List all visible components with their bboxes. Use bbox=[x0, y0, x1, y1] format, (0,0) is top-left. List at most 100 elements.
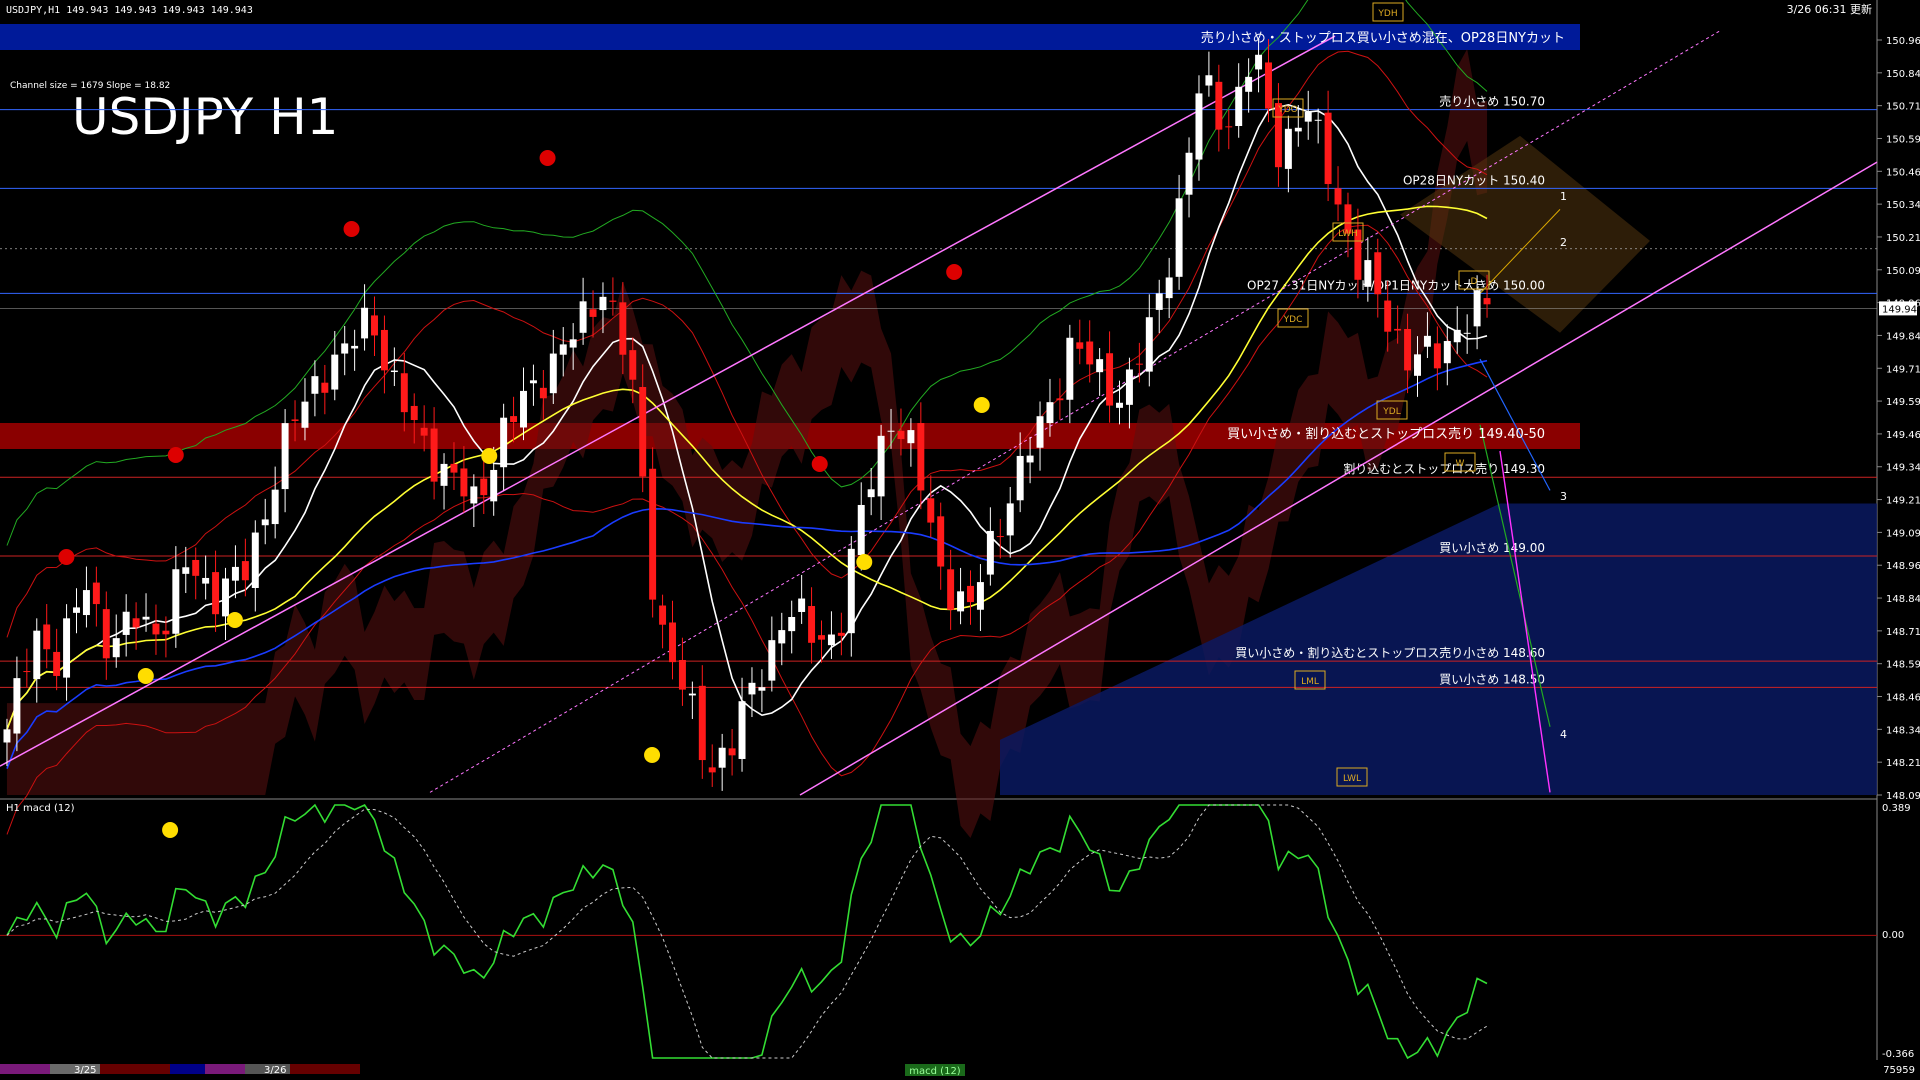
signal-line bbox=[6, 804, 1488, 1059]
level-label: OP27・31日NYカット/OP1日NYカット大きめ 150.00 bbox=[1247, 278, 1545, 292]
candle-body bbox=[1195, 93, 1203, 160]
forecast-label: 2 bbox=[1560, 236, 1567, 249]
candle-body bbox=[490, 469, 498, 502]
candle-body bbox=[887, 430, 895, 432]
candle-body bbox=[808, 605, 816, 643]
forecast-label: 4 bbox=[1560, 728, 1567, 741]
candle-body bbox=[1304, 112, 1312, 122]
candle-body bbox=[271, 489, 279, 525]
candle-body bbox=[1423, 335, 1431, 347]
candle-body bbox=[738, 701, 746, 759]
candle-body bbox=[748, 682, 756, 695]
candle-body bbox=[837, 632, 845, 636]
candle-body bbox=[122, 611, 130, 635]
candle-body bbox=[549, 353, 557, 394]
arrow-down-icon bbox=[946, 264, 963, 280]
footer-date-1: 3/25 bbox=[74, 1065, 96, 1076]
y-tick-label: 148.465 bbox=[1886, 693, 1920, 704]
arrow-down-icon bbox=[58, 549, 75, 565]
chart-canvas: USDJPY,H1 149.943 149.943 149.943 149.94… bbox=[0, 0, 1920, 1080]
y-tick-label: 149.215 bbox=[1886, 496, 1920, 507]
candle-body bbox=[1235, 86, 1243, 127]
y-tick-label: 149.715 bbox=[1886, 364, 1920, 375]
arrow-up-icon bbox=[162, 822, 179, 838]
candle-body bbox=[1394, 328, 1402, 331]
candle-body bbox=[788, 616, 796, 632]
candle-body bbox=[1086, 341, 1094, 365]
candle-body bbox=[907, 430, 915, 444]
candle-body bbox=[649, 468, 657, 600]
price-tag: 149.943 bbox=[1882, 304, 1920, 315]
candle-body bbox=[92, 582, 100, 605]
candle-body bbox=[798, 598, 806, 612]
candle-body bbox=[63, 618, 71, 678]
candle-body bbox=[947, 569, 955, 610]
candle-body bbox=[1225, 126, 1233, 128]
candle-body bbox=[1265, 62, 1272, 109]
candle-body bbox=[1145, 317, 1153, 372]
candle-body bbox=[341, 343, 349, 354]
candle-body bbox=[1414, 354, 1421, 376]
level-label: 売り小さめ 150.70 bbox=[1439, 94, 1545, 109]
candle-body bbox=[430, 428, 438, 482]
candle-body bbox=[82, 590, 90, 616]
candle-body bbox=[818, 635, 825, 640]
candle-body bbox=[371, 315, 378, 336]
macd-title: H1 macd (12) bbox=[6, 803, 75, 814]
candle-body bbox=[172, 569, 180, 634]
candle-body bbox=[1185, 152, 1193, 195]
candle-body bbox=[301, 401, 309, 428]
candle-body bbox=[390, 370, 398, 373]
candle-body bbox=[222, 578, 229, 617]
candle-body bbox=[768, 640, 776, 681]
candle-body bbox=[480, 478, 488, 496]
arrow-down-icon bbox=[811, 456, 828, 472]
candle-body bbox=[1096, 359, 1104, 373]
footer-bar-count: 75959 bbox=[1883, 1065, 1915, 1076]
arrow-up-icon bbox=[226, 612, 243, 628]
candle-body bbox=[619, 302, 627, 355]
marker-ydl: YDL bbox=[1382, 407, 1400, 417]
candle-body bbox=[1205, 75, 1213, 86]
marker-ydo: YDO bbox=[1277, 105, 1298, 115]
forecast-label: 3 bbox=[1560, 490, 1567, 503]
candle-body bbox=[857, 504, 865, 556]
candle-body bbox=[589, 309, 597, 317]
macd-panel bbox=[0, 803, 1877, 1060]
candle-body bbox=[957, 591, 965, 612]
candle-body bbox=[420, 427, 428, 436]
candle-body bbox=[132, 618, 140, 628]
candle-body bbox=[1056, 398, 1064, 401]
candle-body bbox=[1324, 112, 1332, 185]
candle-body bbox=[400, 373, 408, 413]
candle-body bbox=[162, 630, 170, 635]
candle-body bbox=[460, 468, 468, 497]
candle-body bbox=[967, 585, 974, 603]
candle-body bbox=[281, 423, 289, 490]
candle-body bbox=[410, 405, 418, 421]
candle-body bbox=[1006, 503, 1014, 536]
candle-body bbox=[996, 536, 1004, 538]
candle-body bbox=[1026, 455, 1034, 463]
candle-body bbox=[897, 430, 905, 440]
y-tick-label: 148.840 bbox=[1886, 594, 1920, 605]
candle-body bbox=[152, 623, 160, 635]
candle-body bbox=[629, 350, 637, 380]
y-tick-label: 148.715 bbox=[1886, 627, 1920, 638]
candle-body bbox=[212, 572, 220, 615]
candle-body bbox=[1453, 329, 1461, 343]
arrow-up-icon bbox=[644, 747, 661, 763]
candle-body bbox=[53, 651, 61, 676]
candle-body bbox=[1364, 260, 1372, 287]
candle-body bbox=[192, 559, 200, 576]
y-tick-label: 150.590 bbox=[1886, 134, 1920, 145]
marker-w: W bbox=[1456, 459, 1465, 469]
candle-body bbox=[529, 380, 537, 384]
candle-body bbox=[917, 423, 925, 491]
marker-ydh: YDH bbox=[1377, 9, 1397, 19]
y-tick-label: 150.465 bbox=[1886, 167, 1920, 178]
y-tick-label: 148.590 bbox=[1886, 660, 1920, 671]
marker-lwh: LWH bbox=[1338, 229, 1358, 239]
candle-body bbox=[678, 660, 686, 690]
footer-date-2: 3/26 bbox=[264, 1065, 286, 1076]
